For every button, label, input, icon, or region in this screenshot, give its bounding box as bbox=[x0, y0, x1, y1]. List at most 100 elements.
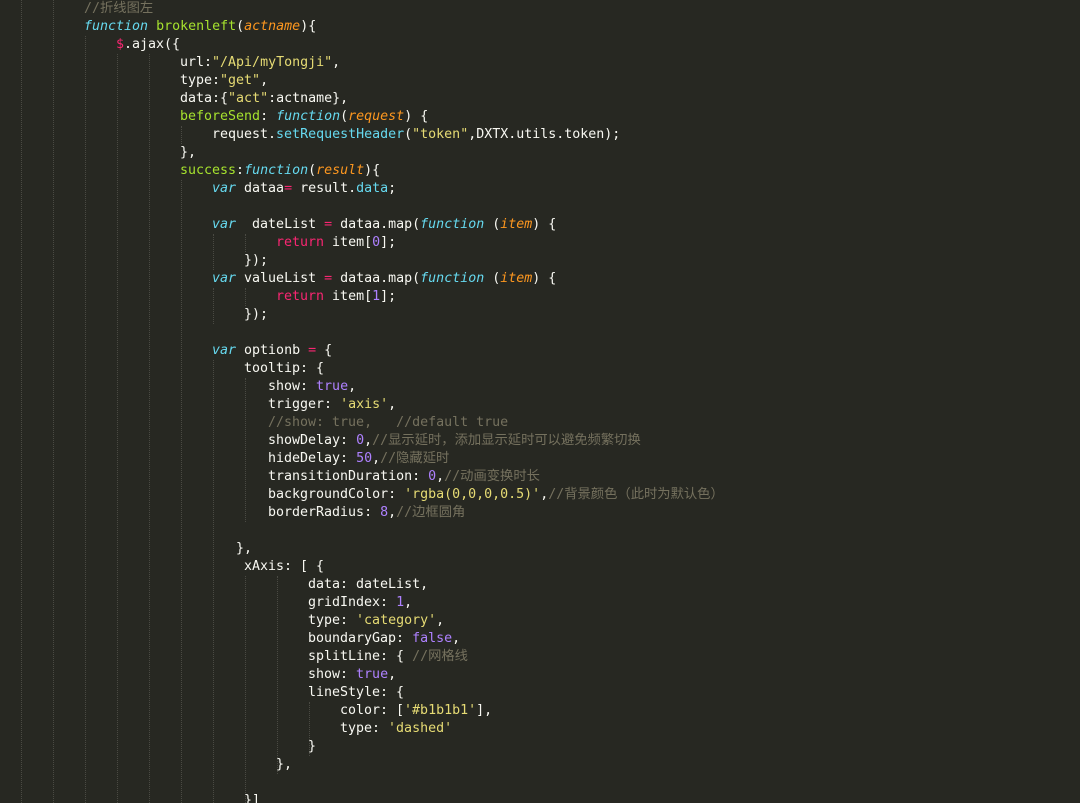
code-line[interactable]: }, bbox=[276, 756, 292, 774]
code-line[interactable]: xAxis: [ { bbox=[244, 558, 324, 576]
code-token: type: bbox=[340, 721, 389, 736]
code-line[interactable]: $.ajax({ bbox=[116, 36, 180, 54]
code-line[interactable]: lineStyle: { bbox=[308, 684, 404, 702]
code-token: //show: true, //default true bbox=[268, 415, 509, 430]
code-token: dataa.map( bbox=[332, 271, 421, 286]
code-line[interactable]: }); bbox=[244, 306, 268, 324]
code-token: , bbox=[388, 397, 397, 412]
code-line[interactable]: }] bbox=[244, 792, 260, 803]
code-token: request. bbox=[212, 127, 277, 142]
code-line[interactable]: success:function(result){ bbox=[180, 162, 380, 180]
code-token: 'dashed' bbox=[388, 721, 453, 736]
code-token: setRequestHeader bbox=[276, 127, 405, 142]
code-token: = bbox=[284, 181, 293, 196]
code-token: ,DXTX.utils.token); bbox=[468, 127, 621, 142]
code-line[interactable]: request.setRequestHeader("token",DXTX.ut… bbox=[212, 126, 620, 144]
indent-guide bbox=[213, 360, 214, 803]
code-token: 0 bbox=[356, 433, 365, 448]
code-token: ; bbox=[388, 181, 397, 196]
indent-guide bbox=[213, 234, 214, 270]
code-token: "act" bbox=[228, 91, 269, 106]
code-line[interactable]: function brokenleft(actname){ bbox=[84, 18, 316, 36]
code-line[interactable]: }); bbox=[244, 252, 268, 270]
code-token: gridIndex: bbox=[308, 595, 397, 610]
code-line[interactable]: data: dateList, bbox=[308, 576, 428, 594]
code-line[interactable]: gridIndex: 1, bbox=[308, 594, 412, 612]
code-token: 0 bbox=[372, 235, 381, 250]
indent-guide bbox=[21, 0, 22, 803]
code-line[interactable]: return item[1]; bbox=[276, 288, 396, 306]
code-token: boundaryGap: bbox=[308, 631, 413, 646]
code-token: 1 bbox=[372, 289, 381, 304]
code-token: , bbox=[436, 469, 445, 484]
code-token: //隐藏延时 bbox=[380, 451, 450, 466]
code-token: dateList bbox=[236, 217, 325, 232]
code-token: function bbox=[276, 109, 341, 124]
code-token: , bbox=[260, 73, 269, 88]
code-line[interactable]: showDelay: 0,//显示延时，添加显示延时可以避免频繁切换 bbox=[268, 432, 641, 450]
code-token: ( bbox=[484, 271, 501, 286]
code-line[interactable]: return item[0]; bbox=[276, 234, 396, 252]
indent-guide bbox=[53, 0, 54, 803]
code-token: dataa.map( bbox=[332, 217, 421, 232]
code-token: }, bbox=[180, 145, 197, 160]
code-line[interactable]: var dateList = dataa.map(function (item)… bbox=[212, 216, 556, 234]
indent-guide bbox=[277, 576, 278, 774]
code-line[interactable]: transitionDuration: 0,//动画变换时长 bbox=[268, 468, 540, 486]
code-line[interactable]: type: 'dashed' bbox=[340, 720, 452, 738]
code-line[interactable]: color: ['#b1b1b1'], bbox=[340, 702, 492, 720]
code-line[interactable]: beforeSend: function(request) { bbox=[180, 108, 428, 126]
code-line[interactable]: trigger: 'axis', bbox=[268, 396, 396, 414]
indent-guide bbox=[245, 576, 246, 803]
code-token: ( bbox=[404, 127, 413, 142]
code-token: item[ bbox=[324, 289, 373, 304]
code-token: ( bbox=[340, 109, 349, 124]
code-token: backgroundColor: bbox=[268, 487, 405, 502]
code-line[interactable]: //折线图左 bbox=[84, 0, 153, 18]
code-line[interactable]: tooltip: { bbox=[244, 360, 324, 378]
code-line[interactable]: var optionb = { bbox=[212, 342, 332, 360]
code-line[interactable]: borderRadius: 8,//边框圆角 bbox=[268, 504, 465, 522]
code-token: , bbox=[404, 595, 413, 610]
code-line[interactable]: hideDelay: 50,//隐藏延时 bbox=[268, 450, 449, 468]
indent-guide bbox=[181, 126, 182, 144]
code-line[interactable]: }, bbox=[236, 540, 252, 558]
code-token: transitionDuration: bbox=[268, 469, 429, 484]
code-line[interactable]: backgroundColor: 'rgba(0,0,0,0.5)',//背景颜… bbox=[268, 486, 724, 504]
code-token: return bbox=[276, 235, 325, 250]
code-line[interactable]: var valueList = dataa.map(function (item… bbox=[212, 270, 556, 288]
code-token: valueList bbox=[236, 271, 325, 286]
code-line[interactable]: show: true, bbox=[268, 378, 356, 396]
code-token: , bbox=[388, 667, 397, 682]
code-editor[interactable]: //折线图左 function brokenleft(actname){$.aja… bbox=[0, 0, 1080, 803]
code-token: , bbox=[332, 55, 341, 70]
code-line[interactable]: type: 'category', bbox=[308, 612, 444, 630]
code-line[interactable]: show: true, bbox=[308, 666, 396, 684]
code-token: ) { bbox=[532, 217, 557, 232]
code-line[interactable]: boundaryGap: false, bbox=[308, 630, 460, 648]
code-line[interactable]: splitLine: { //网格线 bbox=[308, 648, 468, 666]
code-token: color: [ bbox=[340, 703, 405, 718]
code-token: : bbox=[236, 163, 245, 178]
code-token: = bbox=[324, 271, 333, 286]
code-token: ], bbox=[476, 703, 493, 718]
code-token: 0 bbox=[428, 469, 437, 484]
code-token: , bbox=[436, 613, 445, 628]
code-token: 1 bbox=[396, 595, 405, 610]
code-line[interactable]: }, bbox=[180, 144, 196, 162]
code-token: true bbox=[356, 667, 389, 682]
code-token: ){ bbox=[300, 19, 317, 34]
code-line[interactable]: var dataa= result.data; bbox=[212, 180, 396, 198]
code-line[interactable]: //show: true, //default true bbox=[268, 414, 508, 432]
code-token: "token" bbox=[412, 127, 469, 142]
code-line[interactable]: data:{"act":actname}, bbox=[180, 90, 348, 108]
indent-guide bbox=[117, 54, 118, 803]
code-line[interactable]: } bbox=[308, 738, 316, 756]
code-token: , bbox=[348, 379, 357, 394]
code-token: splitLine: { bbox=[308, 649, 413, 664]
code-line[interactable]: type:"get", bbox=[180, 72, 268, 90]
code-token: , bbox=[388, 505, 397, 520]
code-line[interactable]: url:"/Api/myTongji", bbox=[180, 54, 340, 72]
code-token: optionb bbox=[236, 343, 309, 358]
